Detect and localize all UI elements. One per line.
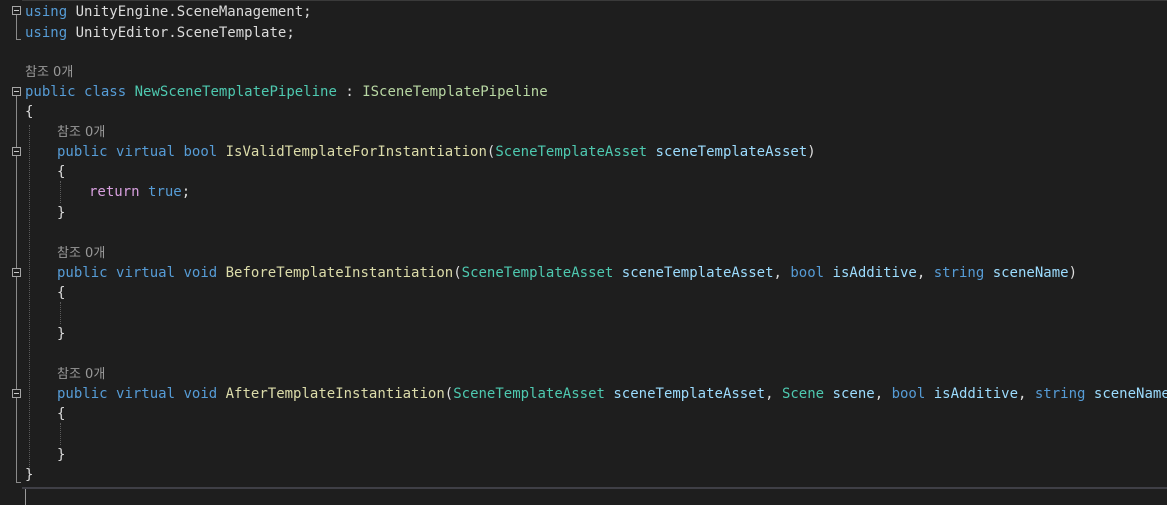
parameter-token: isAdditive	[832, 265, 917, 281]
code-line[interactable]: using UnityEngine.SceneManagement;	[25, 2, 312, 22]
fold-end-class	[16, 482, 21, 483]
keyword-token: true	[148, 184, 182, 200]
type-token: SceneTemplateAsset	[461, 265, 614, 281]
code-line[interactable]: {	[25, 102, 33, 122]
reference-count-hint[interactable]: 참조 0개	[25, 63, 73, 83]
method-name-token: BeforeTemplateInstantiation	[225, 265, 454, 281]
reference-count-hint[interactable]: 참조 0개	[57, 244, 105, 264]
keyword-token: bool	[891, 386, 926, 402]
code-line[interactable]: }	[57, 324, 65, 344]
code-line[interactable]: return true;	[89, 182, 190, 202]
type-token: Scene	[781, 386, 825, 402]
method-name-token: AfterTemplateInstantiation	[225, 386, 445, 402]
collapse-icon[interactable]	[12, 87, 21, 96]
method-name-token: IsValidTemplateForInstantiation	[225, 144, 487, 160]
keyword-token: void	[183, 265, 218, 281]
code-line[interactable]: using UnityEditor.SceneTemplate;	[25, 23, 295, 43]
keyword-token: virtual	[116, 386, 176, 402]
keyword-token: string	[933, 265, 985, 281]
fold-line-method-3	[16, 398, 17, 460]
code-line[interactable]: public virtual void BeforeTemplateInstan…	[57, 263, 1077, 283]
fold-end-usings	[16, 39, 21, 40]
keyword-token: bool	[183, 144, 218, 160]
parameter-token: isAdditive	[933, 386, 1019, 402]
indent-guide	[60, 423, 61, 445]
keyword-token: public	[25, 84, 76, 100]
interface-name-token: ISceneTemplatePipeline	[362, 84, 548, 100]
indent-guide	[60, 181, 61, 203]
code-line[interactable]: }	[57, 445, 65, 465]
collapse-icon[interactable]	[12, 268, 21, 277]
code-editor[interactable]: using UnityEngine.SceneManagement; using…	[0, 0, 1167, 505]
type-token: SceneTemplateAsset	[495, 144, 648, 160]
keyword-token: bool	[790, 265, 825, 281]
code-line[interactable]: {	[57, 283, 65, 303]
namespace-token: UnityEngine.SceneManagement	[75, 4, 304, 20]
reference-count-hint[interactable]: 참조 0개	[57, 365, 105, 385]
fold-line-method-1	[16, 156, 17, 218]
top-divider	[22, 0, 1167, 1]
keyword-token: void	[183, 386, 218, 402]
keyword-token: public	[57, 144, 108, 160]
keyword-token: virtual	[116, 265, 176, 281]
code-line[interactable]: {	[57, 162, 65, 182]
code-line[interactable]: public virtual bool IsValidTemplateForIn…	[57, 142, 816, 162]
text-caret	[25, 489, 26, 505]
keyword-token: using	[25, 4, 68, 20]
parameter-token: sceneName	[992, 265, 1069, 281]
parameter-token: sceneTemplateAsset	[621, 265, 774, 281]
code-line[interactable]: public virtual void AfterTemplateInstant…	[57, 384, 1167, 404]
type-token: SceneTemplateAsset	[453, 386, 605, 402]
keyword-token: public	[57, 386, 108, 402]
parameter-token: scene	[832, 386, 875, 402]
collapse-icon[interactable]	[12, 147, 21, 156]
bottom-divider	[22, 487, 1167, 489]
keyword-token: virtual	[116, 144, 176, 160]
keyword-token: public	[57, 265, 108, 281]
indent-guide	[29, 125, 30, 475]
parameter-token: sceneName	[1093, 386, 1167, 402]
keyword-token: return	[89, 184, 140, 200]
collapse-icon[interactable]	[12, 6, 21, 15]
keyword-token: class	[84, 84, 127, 100]
code-line[interactable]: {	[57, 404, 65, 424]
keyword-token: string	[1034, 386, 1086, 402]
parameter-token: sceneTemplateAsset	[655, 144, 808, 160]
indent-guide	[60, 302, 61, 324]
parameter-token: sceneTemplateAsset	[613, 386, 766, 402]
namespace-token: UnityEditor.SceneTemplate	[75, 25, 287, 41]
collapse-icon[interactable]	[12, 389, 21, 398]
code-line[interactable]: public class NewSceneTemplatePipeline : …	[25, 82, 548, 102]
keyword-token: using	[25, 25, 68, 41]
class-name-token: NewSceneTemplatePipeline	[134, 84, 337, 100]
fold-line-method-2	[16, 277, 17, 339]
reference-count-hint[interactable]: 참조 0개	[57, 123, 105, 143]
code-line[interactable]: }	[57, 203, 65, 223]
fold-line-usings	[16, 15, 17, 39]
code-line[interactable]: }	[25, 465, 33, 485]
